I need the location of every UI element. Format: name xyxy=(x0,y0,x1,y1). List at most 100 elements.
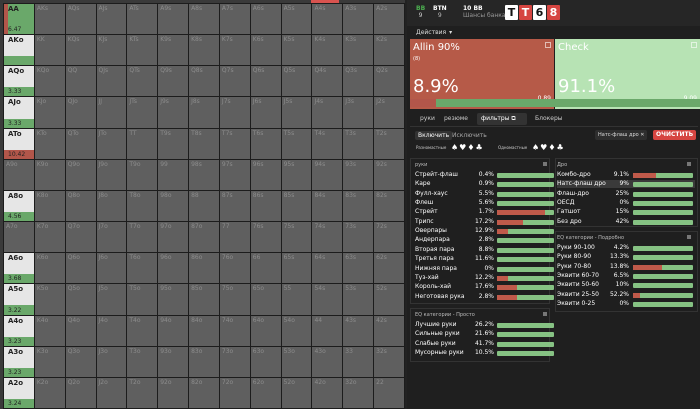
hand-cell[interactable]: 75o xyxy=(219,284,250,315)
hand-cell[interactable]: 42s xyxy=(374,315,404,346)
stat-row[interactable]: Руки 90-100 4.2% xyxy=(557,244,695,252)
hand-cell[interactable]: 73s xyxy=(343,222,374,253)
hand-cell[interactable]: 3.33 AJo xyxy=(4,97,34,128)
hand-cell[interactable]: K6o xyxy=(34,253,65,284)
hand-cell[interactable]: 87s xyxy=(219,190,250,222)
hand-cell[interactable]: Q8s xyxy=(189,66,219,97)
hand-cell[interactable]: 98s xyxy=(189,159,219,190)
stat-row[interactable]: Каре 0.9% xyxy=(415,180,556,188)
hand-cell[interactable]: Q6s xyxy=(250,66,281,97)
hand-cell[interactable]: AJs xyxy=(96,4,127,35)
hand-cell[interactable]: 93o xyxy=(158,346,189,377)
hand-cell[interactable]: 85s xyxy=(281,190,312,222)
stat-row[interactable]: Туз-хай 12.2% xyxy=(415,274,556,282)
hand-cell[interactable]: T9o xyxy=(127,159,158,190)
hand-cell[interactable]: 3.22 A5o xyxy=(4,284,34,315)
hand-cell[interactable]: K4s xyxy=(312,35,343,66)
hand-cell[interactable]: A9s xyxy=(158,4,189,35)
hand-cell[interactable]: 3.24 A2o xyxy=(4,377,34,408)
hand-cell[interactable]: K7o xyxy=(34,222,65,253)
hand-cell[interactable]: QJo xyxy=(65,97,96,128)
hand-cell[interactable]: KJo xyxy=(34,97,65,128)
hand-cell[interactable]: TT xyxy=(127,128,158,159)
stat-row[interactable]: Гатшот 15% xyxy=(557,208,695,216)
hand-cell[interactable]: K9s xyxy=(158,35,189,66)
hand-cell[interactable]: 65o xyxy=(250,284,281,315)
stat-row[interactable]: Король-хай 17.6% xyxy=(415,283,556,291)
hand-cell[interactable]: A8s xyxy=(189,4,219,35)
hand-cell[interactable]: 98o xyxy=(158,190,189,222)
hand-cell[interactable]: J5s xyxy=(281,97,312,128)
hand-cell[interactable]: QJs xyxy=(96,66,127,97)
hand-cell[interactable]: QTs xyxy=(127,66,158,97)
stat-row[interactable]: Руки 80-90 13.3% xyxy=(557,253,695,261)
hand-cell[interactable]: 75s xyxy=(281,222,312,253)
stat-row[interactable]: Неготовая рука 2.8% xyxy=(415,293,556,301)
stat-row[interactable]: Стрейт-флаш 0.4% xyxy=(415,171,556,179)
stat-row[interactable]: Комбо-дро 9.1% xyxy=(557,171,695,179)
hand-cell[interactable]: Q2s xyxy=(374,66,404,97)
hand-cell[interactable]: J4s xyxy=(312,97,343,128)
position-btn[interactable]: BTN 9 xyxy=(433,5,447,19)
hand-cell[interactable]: A7o xyxy=(4,222,34,253)
hand-cell[interactable]: J3o xyxy=(96,346,127,377)
hand-cell[interactable]: 76o xyxy=(219,253,250,284)
stat-row[interactable]: Слабые руки 41.7% xyxy=(415,340,556,348)
hand-cell[interactable]: 92s xyxy=(374,159,404,190)
hand-cell[interactable]: JTs xyxy=(127,97,158,128)
hand-cell[interactable]: 96s xyxy=(250,159,281,190)
stat-row[interactable]: Эквити 60-70 6.5% xyxy=(557,272,695,280)
hand-cell[interactable]: 22 xyxy=(374,377,404,408)
hand-cell[interactable]: Q7s xyxy=(219,66,250,97)
hand-cell[interactable]: T3o xyxy=(127,346,158,377)
stat-row[interactable]: Без дро 42% xyxy=(557,218,695,226)
hand-cell[interactable]: AKs xyxy=(34,4,65,35)
hand-cell[interactable]: AKo xyxy=(4,35,34,66)
exclude-button[interactable]: Исключить xyxy=(449,131,490,140)
hand-cell[interactable]: A5s xyxy=(281,4,312,35)
hand-cell[interactable]: QQ xyxy=(65,66,96,97)
hand-cell[interactable]: 95s xyxy=(281,159,312,190)
hand-cell[interactable]: A9o xyxy=(4,159,34,190)
hand-cell[interactable]: J8o xyxy=(96,190,127,222)
hand-cell[interactable]: J7o xyxy=(96,222,127,253)
hand-cell[interactable]: T8s xyxy=(189,128,219,159)
hand-cell[interactable]: KQo xyxy=(34,66,65,97)
hand-cell[interactable]: KQs xyxy=(65,35,96,66)
hand-cell[interactable]: JJ xyxy=(96,97,127,128)
stat-row[interactable]: Третья пара 11.6% xyxy=(415,255,556,263)
hand-cell[interactable]: 88 xyxy=(189,190,219,222)
hand-cell[interactable]: 83s xyxy=(343,190,374,222)
hand-cell[interactable]: 92o xyxy=(158,377,189,408)
hand-cell[interactable]: 54s xyxy=(312,284,343,315)
hand-cell[interactable]: J9o xyxy=(96,159,127,190)
hand-cell[interactable]: K3s xyxy=(343,35,374,66)
hand-cell[interactable]: 95o xyxy=(158,284,189,315)
list-icon[interactable] xyxy=(543,312,547,316)
hand-cell[interactable]: 10.42 ATo xyxy=(4,128,34,159)
hand-cell[interactable]: 63o xyxy=(250,346,281,377)
hand-cell[interactable]: K9o xyxy=(34,159,65,190)
hand-cell[interactable]: QTo xyxy=(65,128,96,159)
actions-dropdown[interactable]: Действия ▾ xyxy=(413,27,455,38)
hand-cell[interactable]: 6.47 AA xyxy=(4,4,34,35)
hand-cell[interactable]: 94o xyxy=(158,315,189,346)
checkbox-icon[interactable] xyxy=(545,42,551,48)
hand-cell[interactable]: 93s xyxy=(343,159,374,190)
hand-cell[interactable]: T8o xyxy=(127,190,158,222)
clear-button[interactable]: ОЧИСТИТЬ xyxy=(653,130,697,140)
hand-cell[interactable]: J6o xyxy=(96,253,127,284)
list-icon[interactable] xyxy=(687,162,691,166)
hand-cell[interactable]: 86o xyxy=(189,253,219,284)
hand-cell[interactable]: 33 xyxy=(343,346,374,377)
enable-button[interactable]: Включить xyxy=(415,131,453,140)
hand-cell[interactable]: 97o xyxy=(158,222,189,253)
hand-cell[interactable]: 62o xyxy=(250,377,281,408)
hand-cell[interactable]: A6s xyxy=(250,4,281,35)
stat-row[interactable]: Андерпара 2.8% xyxy=(415,236,556,244)
hand-cell[interactable]: J7s xyxy=(219,97,250,128)
hand-cell[interactable]: T3s xyxy=(343,128,374,159)
hand-cell[interactable]: T5o xyxy=(127,284,158,315)
offsuit-suits[interactable]: ♠♥♦♣ xyxy=(451,143,484,152)
hand-cell[interactable]: Q7o xyxy=(65,222,96,253)
